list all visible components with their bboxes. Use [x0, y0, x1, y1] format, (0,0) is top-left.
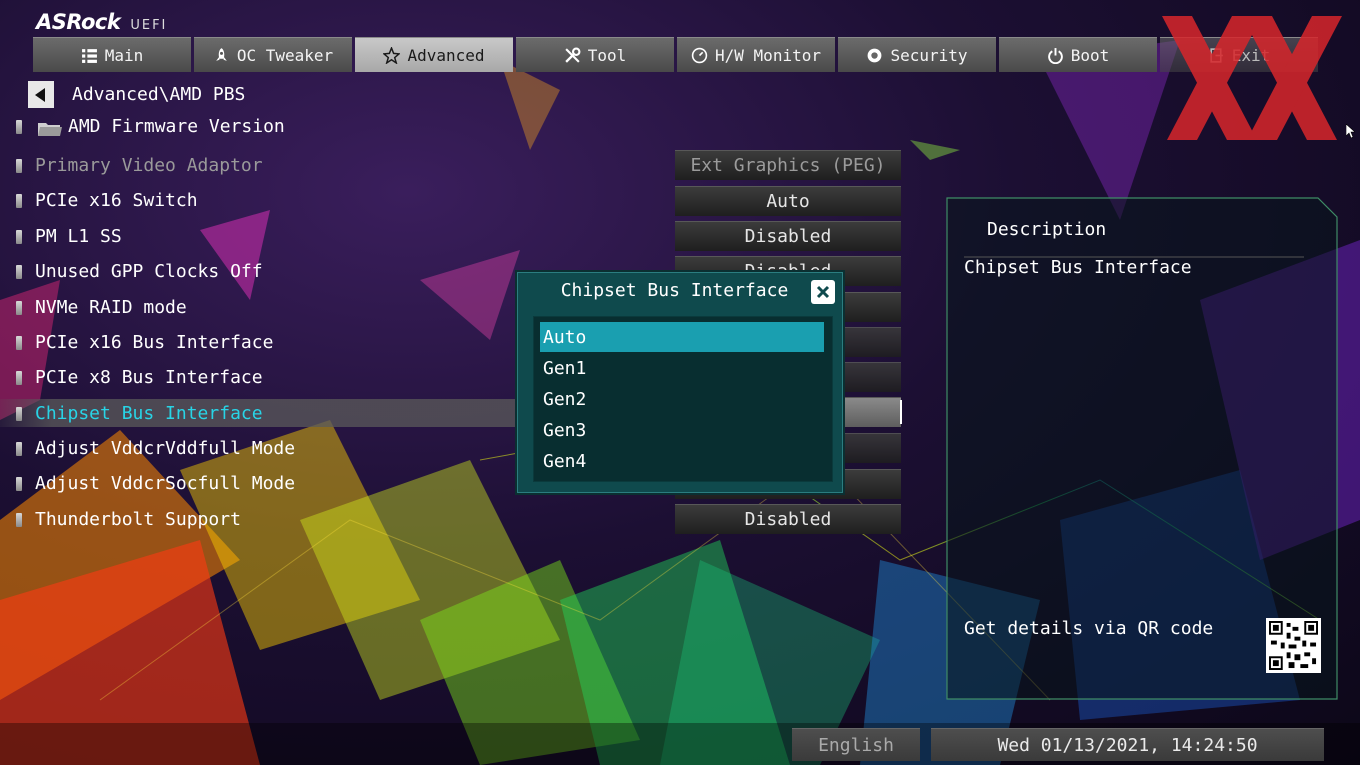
- setting-row-chipset-bus-interface[interactable]: Chipset Bus Interface: [0, 399, 515, 427]
- popup-option-list: Auto Gen1 Gen2 Gen3 Gen4: [533, 316, 833, 482]
- tab-label: Security: [890, 45, 968, 65]
- popup-title: Chipset Bus Interface: [560, 280, 789, 301]
- setting-label: Primary Video Adaptor: [35, 155, 263, 176]
- language-button[interactable]: English: [792, 728, 920, 761]
- setting-row-pcie-x16-bus-interface[interactable]: PCIe x16 Bus Interface: [0, 328, 515, 356]
- popup-option-gen2[interactable]: Gen2: [540, 384, 824, 414]
- row-grip-icon: [16, 301, 22, 315]
- setting-label: PCIe x16 Bus Interface: [35, 332, 274, 353]
- tab-label: OC Tweaker: [236, 45, 334, 65]
- setting-label: PCIe x8 Bus Interface: [35, 367, 263, 388]
- folder-icon: [38, 123, 62, 136]
- row-grip-icon: [16, 265, 22, 279]
- main-tabs: Main OC Tweaker Advanced Tool H/W Monito…: [33, 37, 1318, 72]
- row-grip-icon: [16, 442, 22, 456]
- close-button[interactable]: [811, 280, 835, 304]
- tab-main[interactable]: Main: [33, 37, 191, 72]
- setting-label: Adjust VddcrSocfull Mode: [35, 473, 296, 494]
- tab-label: Boot: [1070, 45, 1110, 65]
- datetime-display: Wed 01/13/2021, 14:24:50: [931, 728, 1324, 761]
- setting-label: Thunderbolt Support: [35, 509, 241, 530]
- asrock-logo: ASRock UEFI: [36, 10, 167, 36]
- monitor-icon: [691, 47, 708, 63]
- row-grip-icon: [16, 336, 22, 350]
- rocket-icon: [216, 47, 227, 61]
- tab-hw-monitor[interactable]: H/W Monitor: [677, 37, 835, 72]
- star-icon: [383, 46, 401, 64]
- breadcrumb: Advanced\AMD PBS: [72, 84, 246, 105]
- shield-icon: [868, 48, 882, 62]
- setting-row-pcie-x8-bus-interface[interactable]: PCIe x8 Bus Interface: [0, 363, 515, 391]
- tab-advanced[interactable]: Advanced: [355, 37, 513, 72]
- row-grip-icon: [16, 194, 22, 208]
- setting-row-pcie-x16-switch[interactable]: PCIe x16 Switch: [0, 186, 515, 214]
- setting-row-adjust-vddcrsocfull-mode[interactable]: Adjust VddcrSocfull Mode: [0, 469, 515, 497]
- setting-label: Unused GPP Clocks Off: [35, 261, 263, 282]
- setting-row-adjust-vddcrvddfull-mode[interactable]: Adjust VddcrVddfull Mode: [0, 434, 515, 462]
- tab-label: Tool: [587, 45, 627, 65]
- tab-oc-tweaker[interactable]: OC Tweaker: [194, 37, 352, 72]
- row-grip-icon: [16, 159, 22, 173]
- close-icon: [816, 285, 830, 299]
- row-grip-icon: [16, 407, 22, 421]
- setting-row-amd-firmware-version[interactable]: AMD Firmware Version: [0, 112, 515, 140]
- setting-row-pm-l1-ss[interactable]: PM L1 SS: [0, 222, 515, 250]
- setting-row-thunderbolt-support[interactable]: Thunderbolt Support: [0, 505, 515, 533]
- setting-label: NVMe RAID mode: [35, 297, 187, 318]
- row-grip-icon: [16, 477, 22, 491]
- qr-code-icon: [1266, 618, 1321, 673]
- popup-option-gen4[interactable]: Gen4: [540, 446, 824, 476]
- mouse-cursor-icon: [1346, 124, 1355, 138]
- description-panel: Description Chipset Bus Interface Get de…: [946, 197, 1338, 700]
- back-button[interactable]: [28, 81, 54, 108]
- setting-label: PM L1 SS: [35, 226, 122, 247]
- row-grip-icon: [16, 371, 22, 385]
- tab-label: Main: [104, 45, 144, 65]
- arrow-left-icon: [35, 87, 45, 102]
- value-pcie-x16-switch[interactable]: Auto: [675, 186, 901, 216]
- value-thunderbolt-support[interactable]: Disabled: [675, 504, 901, 534]
- row-grip-icon: [16, 513, 22, 527]
- list-icon: [81, 48, 97, 63]
- power-icon: [1047, 47, 1063, 64]
- setting-row-primary-video-adaptor: Primary Video Adaptor: [0, 151, 515, 179]
- brand-uefi: UEFI: [130, 18, 168, 33]
- value-primary-video-adaptor: Ext Graphics (PEG): [675, 150, 901, 180]
- setting-label: Chipset Bus Interface: [35, 403, 263, 424]
- value-pm-l1-ss[interactable]: Disabled: [675, 221, 901, 251]
- tools-icon: [565, 47, 581, 63]
- popup-option-gen3[interactable]: Gen3: [540, 415, 824, 445]
- setting-label: PCIe x16 Switch: [35, 190, 198, 211]
- qr-label: Get details via QR code: [964, 618, 1214, 639]
- setting-label: AMD Firmware Version: [68, 116, 285, 137]
- option-popup: Chipset Bus Interface Auto Gen1 Gen2 Gen…: [515, 270, 845, 495]
- brand-name: ASRock: [36, 10, 121, 34]
- tab-security[interactable]: Security: [838, 37, 996, 72]
- description-title: Description: [987, 219, 1107, 240]
- watermark-logo: [1162, 16, 1342, 140]
- row-grip-icon: [16, 120, 22, 134]
- setting-row-nvme-raid-mode[interactable]: NVMe RAID mode: [0, 293, 515, 321]
- tab-label: H/W Monitor: [715, 45, 821, 65]
- tab-tool[interactable]: Tool: [516, 37, 674, 72]
- row-grip-icon: [16, 230, 22, 244]
- tab-boot[interactable]: Boot: [999, 37, 1157, 72]
- description-text: Chipset Bus Interface: [964, 257, 1192, 278]
- setting-row-unused-gpp-clocks-off[interactable]: Unused GPP Clocks Off: [0, 257, 515, 285]
- popup-option-auto[interactable]: Auto: [540, 322, 824, 352]
- popup-option-gen1[interactable]: Gen1: [540, 353, 824, 383]
- tab-label: Advanced: [407, 45, 485, 65]
- setting-label: Adjust VddcrVddfull Mode: [35, 438, 296, 459]
